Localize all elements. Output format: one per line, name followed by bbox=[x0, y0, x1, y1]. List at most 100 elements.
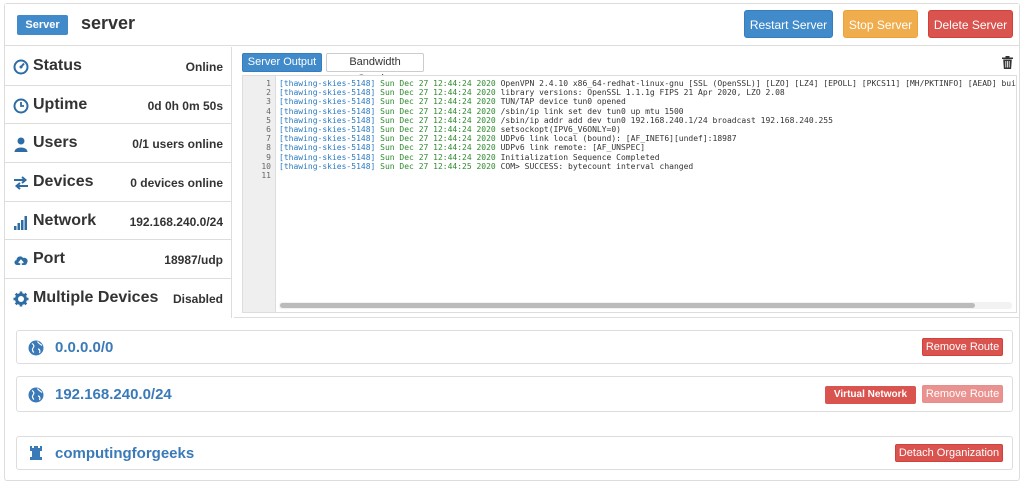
stat-value: 0/1 users online bbox=[132, 137, 223, 152]
line-number: 10 bbox=[261, 161, 271, 171]
log-message: UDPv6 link remote: [AF_UNSPEC] bbox=[500, 143, 646, 153]
stat-label: Devices bbox=[33, 173, 94, 191]
route-name: 192.168.240.0/24 bbox=[55, 386, 172, 403]
log-host: [thawing-skies-5148] bbox=[279, 161, 376, 171]
log-timestamp: Sun Dec 27 12:44:25 2020 bbox=[380, 161, 496, 171]
log-line: 3 [thawing-skies-5148] Sun Dec 27 12:44:2… bbox=[243, 97, 1016, 107]
organization-item: computingforgeeks Detach Organization bbox=[16, 436, 1013, 470]
remove-route-button[interactable]: Remove Route bbox=[922, 385, 1003, 403]
log-line: 11 bbox=[243, 171, 1016, 180]
stat-value: 18987/udp bbox=[164, 253, 223, 268]
log-message: setsockopt(IPV6_V6ONLY=0) bbox=[500, 124, 621, 134]
stat-multiple-devices: Multiple Devices Disabled bbox=[5, 279, 231, 318]
line-number: 2 bbox=[266, 88, 271, 98]
log-timestamp: Sun Dec 27 12:44:24 2020 bbox=[380, 97, 496, 107]
log-host: [thawing-skies-5148] bbox=[279, 88, 376, 98]
log-timestamp: Sun Dec 27 12:44:24 2020 bbox=[380, 152, 496, 162]
line-number: 1 bbox=[266, 79, 271, 88]
virtual-network-badge: Virtual Network bbox=[825, 386, 916, 404]
globe-icon bbox=[28, 387, 44, 403]
server-output-log[interactable]: 1 [thawing-skies-5148] Sun Dec 27 12:44:2… bbox=[242, 75, 1017, 313]
tower-icon bbox=[30, 446, 42, 460]
log-line: 9 [thawing-skies-5148] Sun Dec 27 12:44:2… bbox=[243, 152, 1016, 162]
output-section: Server Output Bandwidth Graphs 1 [thawing… bbox=[234, 47, 1019, 318]
stat-value: 0 devices online bbox=[130, 176, 223, 191]
line-number: 7 bbox=[266, 134, 271, 144]
exchange-icon bbox=[14, 176, 28, 190]
restart-server-button[interactable]: Restart Server bbox=[744, 10, 833, 38]
log-line: 7 [thawing-skies-5148] Sun Dec 27 12:44:2… bbox=[243, 134, 1016, 144]
stat-uptime: Uptime 0d 0h 0m 50s bbox=[5, 86, 231, 125]
tab-bandwidth-graphs[interactable]: Bandwidth Graphs bbox=[326, 53, 424, 85]
signal-icon bbox=[14, 215, 27, 230]
stat-label: Users bbox=[33, 134, 78, 152]
line-number: 5 bbox=[266, 115, 271, 125]
remove-route-button[interactable]: Remove Route bbox=[922, 338, 1003, 356]
stat-label: Status bbox=[33, 57, 82, 74]
stop-server-button[interactable]: Stop Server bbox=[843, 10, 918, 38]
stat-port: Port 18987/udp bbox=[5, 240, 231, 280]
gear-icon bbox=[13, 291, 29, 307]
server-header: Server server Restart Server Stop Server… bbox=[5, 4, 1019, 46]
stat-value: 192.168.240.0/24 bbox=[129, 214, 223, 229]
cloud-upload-icon bbox=[14, 256, 28, 268]
log-message: TUN/TAP device tun0 opened bbox=[500, 97, 626, 107]
log-timestamp: Sun Dec 27 12:44:24 2020 bbox=[380, 124, 496, 134]
log-message: UDPv6 link local (bound): [AF_INET6][und… bbox=[500, 134, 737, 144]
horizontal-scrollbar[interactable] bbox=[279, 302, 1012, 309]
line-number: 3 bbox=[266, 97, 271, 107]
server-stats: Status Online Uptime 0d 0h 0m 50s Users … bbox=[5, 47, 232, 318]
stat-value: Disabled bbox=[172, 292, 223, 307]
log-message: library versions: OpenSSL 1.1.1g FIPS 21… bbox=[500, 88, 785, 98]
stat-network: Network 192.168.240.0/24 bbox=[5, 202, 231, 241]
status-icon bbox=[13, 59, 29, 75]
organization-name: computingforgeeks bbox=[55, 445, 195, 462]
log-line: 4 [thawing-skies-5148] Sun Dec 27 12:44:2… bbox=[243, 106, 1016, 116]
log-message: /sbin/ip link set dev tun0 up mtu 1500 bbox=[500, 106, 684, 116]
line-number: 4 bbox=[266, 106, 271, 116]
stat-label: Port bbox=[33, 250, 65, 268]
log-host: [thawing-skies-5148] bbox=[279, 152, 376, 162]
log-line: 6 [thawing-skies-5148] Sun Dec 27 12:44:2… bbox=[243, 124, 1016, 134]
log-line: 10 [thawing-skies-5148] Sun Dec 27 12:44:… bbox=[243, 161, 1016, 171]
clock-icon bbox=[13, 98, 29, 114]
log-line: 8 [thawing-skies-5148] Sun Dec 27 12:44:2… bbox=[243, 143, 1016, 153]
log-host: [thawing-skies-5148] bbox=[279, 134, 376, 144]
server-panel: Server server Restart Server Stop Server… bbox=[4, 3, 1020, 481]
scrollbar-thumb[interactable] bbox=[280, 303, 975, 308]
route-item: 192.168.240.0/24 Virtual Network Remove … bbox=[16, 376, 1013, 412]
log-host: [thawing-skies-5148] bbox=[279, 97, 376, 107]
stat-label: Network bbox=[33, 211, 97, 229]
log-message: OpenVPN 2.4.10 x86_64-redhat-linux-gnu [… bbox=[500, 79, 1017, 88]
log-timestamp: Sun Dec 27 12:44:24 2020 bbox=[380, 79, 496, 88]
log-timestamp: Sun Dec 27 12:44:24 2020 bbox=[380, 115, 496, 125]
log-message: /sbin/ip addr add dev tun0 192.168.240.1… bbox=[500, 115, 833, 125]
log-line: 5 [thawing-skies-5148] Sun Dec 27 12:44:2… bbox=[243, 115, 1016, 125]
log-message: COM> SUCCESS: bytecount interval changed bbox=[500, 161, 694, 171]
tab-server-output[interactable]: Server Output bbox=[242, 53, 322, 72]
stat-value: Online bbox=[185, 60, 223, 74]
stat-value: 0d 0h 0m 50s bbox=[147, 98, 223, 113]
delete-server-button[interactable]: Delete Server bbox=[928, 10, 1013, 38]
line-number: 6 bbox=[266, 124, 271, 134]
line-number: 9 bbox=[266, 152, 271, 162]
stat-users: Users 0/1 users online bbox=[5, 124, 231, 164]
stat-devices: Devices 0 devices online bbox=[5, 163, 231, 202]
detach-organization-button[interactable]: Detach Organization bbox=[895, 444, 1003, 462]
server-title: server bbox=[81, 13, 136, 33]
trash-icon[interactable] bbox=[1002, 56, 1013, 69]
log-lines: 1 [thawing-skies-5148] Sun Dec 27 12:44:2… bbox=[243, 79, 1017, 180]
log-timestamp: Sun Dec 27 12:44:24 2020 bbox=[380, 143, 496, 153]
line-number: 8 bbox=[266, 143, 271, 153]
log-message: Initialization Sequence Completed bbox=[500, 152, 660, 162]
log-host: [thawing-skies-5148] bbox=[279, 106, 376, 116]
stat-label: Multiple Devices bbox=[33, 289, 159, 307]
log-host: [thawing-skies-5148] bbox=[279, 143, 376, 153]
route-item: 0.0.0.0/0 Remove Route bbox=[16, 330, 1013, 364]
log-timestamp: Sun Dec 27 12:44:24 2020 bbox=[380, 106, 496, 116]
log-line: 2 [thawing-skies-5148] Sun Dec 27 12:44:2… bbox=[243, 88, 1016, 98]
log-timestamp: Sun Dec 27 12:44:24 2020 bbox=[380, 88, 496, 98]
server-badge: Server bbox=[17, 15, 68, 35]
stat-label: Uptime bbox=[33, 95, 88, 113]
user-icon bbox=[14, 137, 28, 153]
